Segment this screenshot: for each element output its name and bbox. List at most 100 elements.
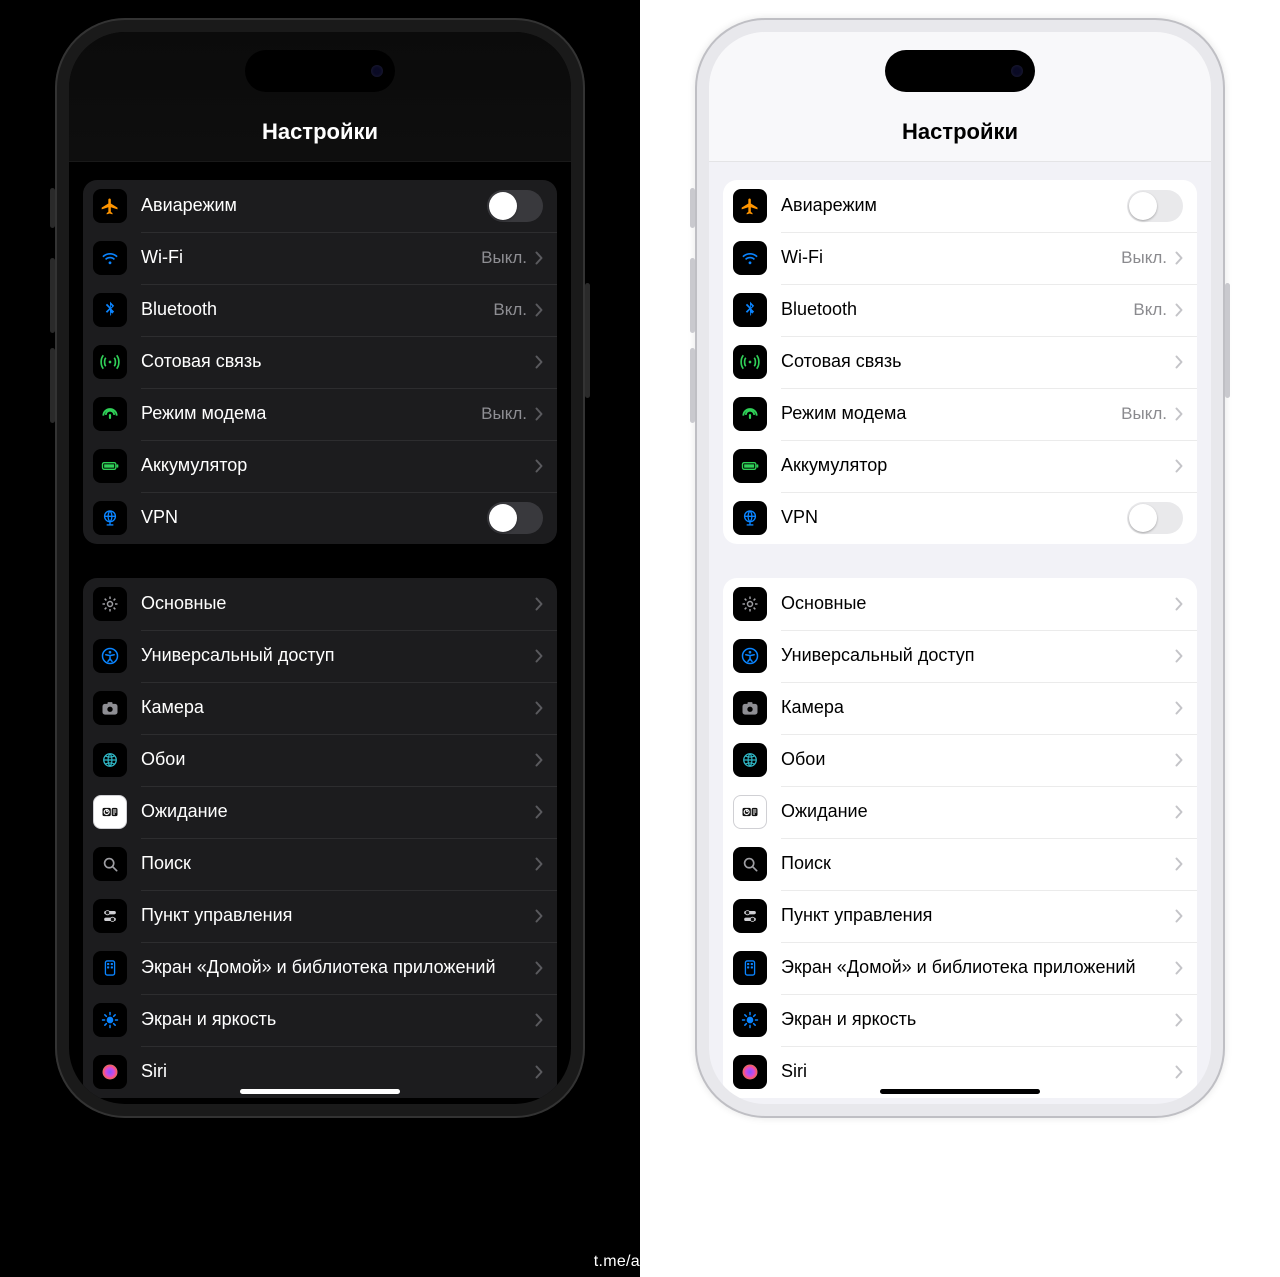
settings-row-standby[interactable]: Ожидание: [83, 786, 557, 838]
battery-icon: [733, 449, 767, 483]
settings-row-label: Ожидание: [141, 801, 535, 823]
vpn-toggle[interactable]: [487, 502, 543, 534]
settings-row-wallpaper[interactable]: Обои: [723, 734, 1197, 786]
standby-icon: [733, 795, 767, 829]
settings-row-detail: Вкл.: [493, 300, 527, 320]
settings-row-hotspot[interactable]: Режим модемаВыкл.: [83, 388, 557, 440]
chevron-right-icon: [535, 355, 543, 369]
home-indicator[interactable]: [880, 1089, 1040, 1094]
standby-icon: [93, 795, 127, 829]
settings-row-label: Экран «Домой» и библиотека приложений: [781, 957, 1175, 979]
phone-dark: Настройки АвиарежимWi-FiВыкл.BluetoothВк…: [55, 18, 585, 1118]
settings-row-general[interactable]: Основные: [83, 578, 557, 630]
settings-row-display[interactable]: Экран и яркость: [723, 994, 1197, 1046]
vpn-toggle[interactable]: [1127, 502, 1183, 534]
settings-row-label: Siri: [781, 1061, 1175, 1083]
search-icon: [93, 847, 127, 881]
siri-icon: [733, 1055, 767, 1089]
settings-row-display[interactable]: Экран и яркость: [83, 994, 557, 1046]
settings-row-bluetooth[interactable]: BluetoothВкл.: [723, 284, 1197, 336]
airplane-toggle[interactable]: [487, 190, 543, 222]
settings-row-label: Siri: [141, 1061, 535, 1083]
settings-row-detail: Выкл.: [1121, 248, 1167, 268]
settings-group: АвиарежимWi-FiВыкл.BluetoothВкл.Сотовая …: [723, 180, 1197, 544]
settings-row-label: Обои: [141, 749, 535, 771]
settings-row-label: Поиск: [781, 853, 1175, 875]
settings-row-accessibility[interactable]: Универсальный доступ: [83, 630, 557, 682]
settings-row-control[interactable]: Пункт управления: [83, 890, 557, 942]
watermark: t.me/aaplpro: [594, 1253, 687, 1271]
settings-row-label: Ожидание: [781, 801, 1175, 823]
settings-row-search[interactable]: Поиск: [723, 838, 1197, 890]
chevron-right-icon: [1175, 1065, 1183, 1079]
chevron-right-icon: [535, 597, 543, 611]
settings-row-label: Камера: [781, 697, 1175, 719]
wifi-icon: [93, 241, 127, 275]
airplane-toggle[interactable]: [1127, 190, 1183, 222]
camera-icon: [93, 691, 127, 725]
settings-row-camera[interactable]: Камера: [723, 682, 1197, 734]
settings-row-standby[interactable]: Ожидание: [723, 786, 1197, 838]
settings-row-vpn[interactable]: VPN: [723, 492, 1197, 544]
dynamic-island: [245, 50, 395, 92]
display-icon: [733, 1003, 767, 1037]
settings-row-cellular[interactable]: Сотовая связь: [83, 336, 557, 388]
settings-row-battery[interactable]: Аккумулятор: [83, 440, 557, 492]
battery-icon: [93, 449, 127, 483]
settings-row-homescreen[interactable]: Экран «Домой» и библиотека приложений: [83, 942, 557, 994]
settings-row-label: Пункт управления: [781, 905, 1175, 927]
chevron-right-icon: [535, 459, 543, 473]
settings-row-label: Сотовая связь: [141, 351, 535, 373]
chevron-right-icon: [535, 909, 543, 923]
settings-row-vpn[interactable]: VPN: [83, 492, 557, 544]
settings-row-airplane[interactable]: Авиарежим: [723, 180, 1197, 232]
settings-row-airplane[interactable]: Авиарежим: [83, 180, 557, 232]
camera-icon: [733, 691, 767, 725]
settings-row-hotspot[interactable]: Режим модемаВыкл.: [723, 388, 1197, 440]
side-button: [50, 348, 55, 423]
settings-row-wifi[interactable]: Wi-FiВыкл.: [83, 232, 557, 284]
general-icon: [93, 587, 127, 621]
settings-row-accessibility[interactable]: Универсальный доступ: [723, 630, 1197, 682]
settings-row-label: Обои: [781, 749, 1175, 771]
settings-row-detail: Вкл.: [1133, 300, 1167, 320]
settings-row-control[interactable]: Пункт управления: [723, 890, 1197, 942]
homescreen-icon: [93, 951, 127, 985]
home-indicator[interactable]: [240, 1089, 400, 1094]
phone-light: Настройки АвиарежимWi-FiВыкл.BluetoothВк…: [695, 18, 1225, 1118]
settings-row-label: Wi-Fi: [781, 247, 1121, 269]
display-icon: [93, 1003, 127, 1037]
side-button: [690, 188, 695, 228]
wallpaper-icon: [93, 743, 127, 777]
chevron-right-icon: [535, 857, 543, 871]
settings-row-cellular[interactable]: Сотовая связь: [723, 336, 1197, 388]
settings-row-label: Поиск: [141, 853, 535, 875]
settings-row-label: VPN: [781, 507, 1127, 529]
settings-row-wallpaper[interactable]: Обои: [83, 734, 557, 786]
settings-row-label: Авиарежим: [141, 195, 487, 217]
settings-row-search[interactable]: Поиск: [83, 838, 557, 890]
settings-row-label: Сотовая связь: [781, 351, 1175, 373]
settings-row-label: Режим модема: [781, 403, 1121, 425]
settings-row-wifi[interactable]: Wi-FiВыкл.: [723, 232, 1197, 284]
chevron-right-icon: [1175, 355, 1183, 369]
settings-row-label: Wi-Fi: [141, 247, 481, 269]
hotspot-icon: [733, 397, 767, 431]
chevron-right-icon: [535, 701, 543, 715]
settings-row-label: Универсальный доступ: [141, 645, 535, 667]
settings-row-homescreen[interactable]: Экран «Домой» и библиотека приложений: [723, 942, 1197, 994]
cellular-icon: [93, 345, 127, 379]
settings-row-label: Аккумулятор: [781, 455, 1175, 477]
settings-row-label: Bluetooth: [781, 299, 1133, 321]
general-icon: [733, 587, 767, 621]
side-button: [690, 258, 695, 333]
settings-row-camera[interactable]: Камера: [83, 682, 557, 734]
settings-row-battery[interactable]: Аккумулятор: [723, 440, 1197, 492]
chevron-right-icon: [1175, 857, 1183, 871]
settings-row-general[interactable]: Основные: [723, 578, 1197, 630]
control-icon: [733, 899, 767, 933]
vpn-icon: [93, 501, 127, 535]
chevron-right-icon: [535, 407, 543, 421]
settings-row-bluetooth[interactable]: BluetoothВкл.: [83, 284, 557, 336]
chevron-right-icon: [535, 251, 543, 265]
